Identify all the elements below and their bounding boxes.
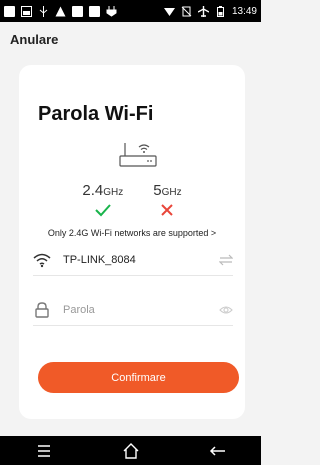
switch-network-icon[interactable] [219, 254, 233, 266]
wifi-icon [33, 253, 51, 268]
airplane-icon [197, 5, 209, 17]
band-5ghz: 5GHz [153, 182, 182, 217]
menu-icon[interactable] [35, 442, 53, 460]
status-bar: 13:49 [0, 0, 261, 22]
image-icon [21, 5, 32, 17]
notification-icon [4, 5, 15, 17]
password-input[interactable]: Parola [63, 304, 219, 316]
show-password-icon[interactable] [219, 304, 233, 316]
cancel-button[interactable]: Anulare [10, 32, 58, 47]
page-title: Parola Wi-Fi [38, 103, 154, 125]
status-time: 13:49 [231, 5, 257, 17]
confirm-button[interactable]: Confirmare [38, 362, 239, 393]
check-icon [95, 204, 111, 217]
lock-icon [35, 302, 49, 318]
band-5ghz-label: 5GHz [153, 182, 182, 199]
band-2-4ghz: 2.4GHz [82, 182, 123, 217]
wifi-password-card: Parola Wi-Fi 2.4GHz 5GHz Only 2.4G Wi-Fi… [19, 65, 245, 419]
home-icon[interactable] [122, 442, 140, 460]
wifi-network-row[interactable]: TP-LINK_8084 [33, 245, 233, 276]
usb-icon [39, 5, 48, 17]
no-sim-icon [181, 6, 192, 16]
router-icon [119, 143, 157, 167]
password-row[interactable]: Parola [33, 295, 233, 326]
back-icon[interactable] [209, 442, 227, 460]
battery-icon [216, 5, 224, 17]
app-icon-2 [89, 5, 100, 17]
navigation-bar [0, 436, 261, 465]
supported-networks-link[interactable]: Only 2.4G Wi-Fi networks are supported > [19, 228, 245, 238]
wifi-signal-icon [163, 7, 175, 16]
app-icon [72, 5, 83, 17]
band-2-4ghz-label: 2.4GHz [82, 182, 124, 199]
band-options: 2.4GHz 5GHz [19, 182, 245, 217]
top-bar: Anulare [0, 22, 261, 56]
plug-icon [106, 5, 117, 17]
cross-icon [161, 204, 174, 216]
warning-icon [55, 6, 66, 16]
wifi-network-name: TP-LINK_8084 [63, 254, 136, 266]
